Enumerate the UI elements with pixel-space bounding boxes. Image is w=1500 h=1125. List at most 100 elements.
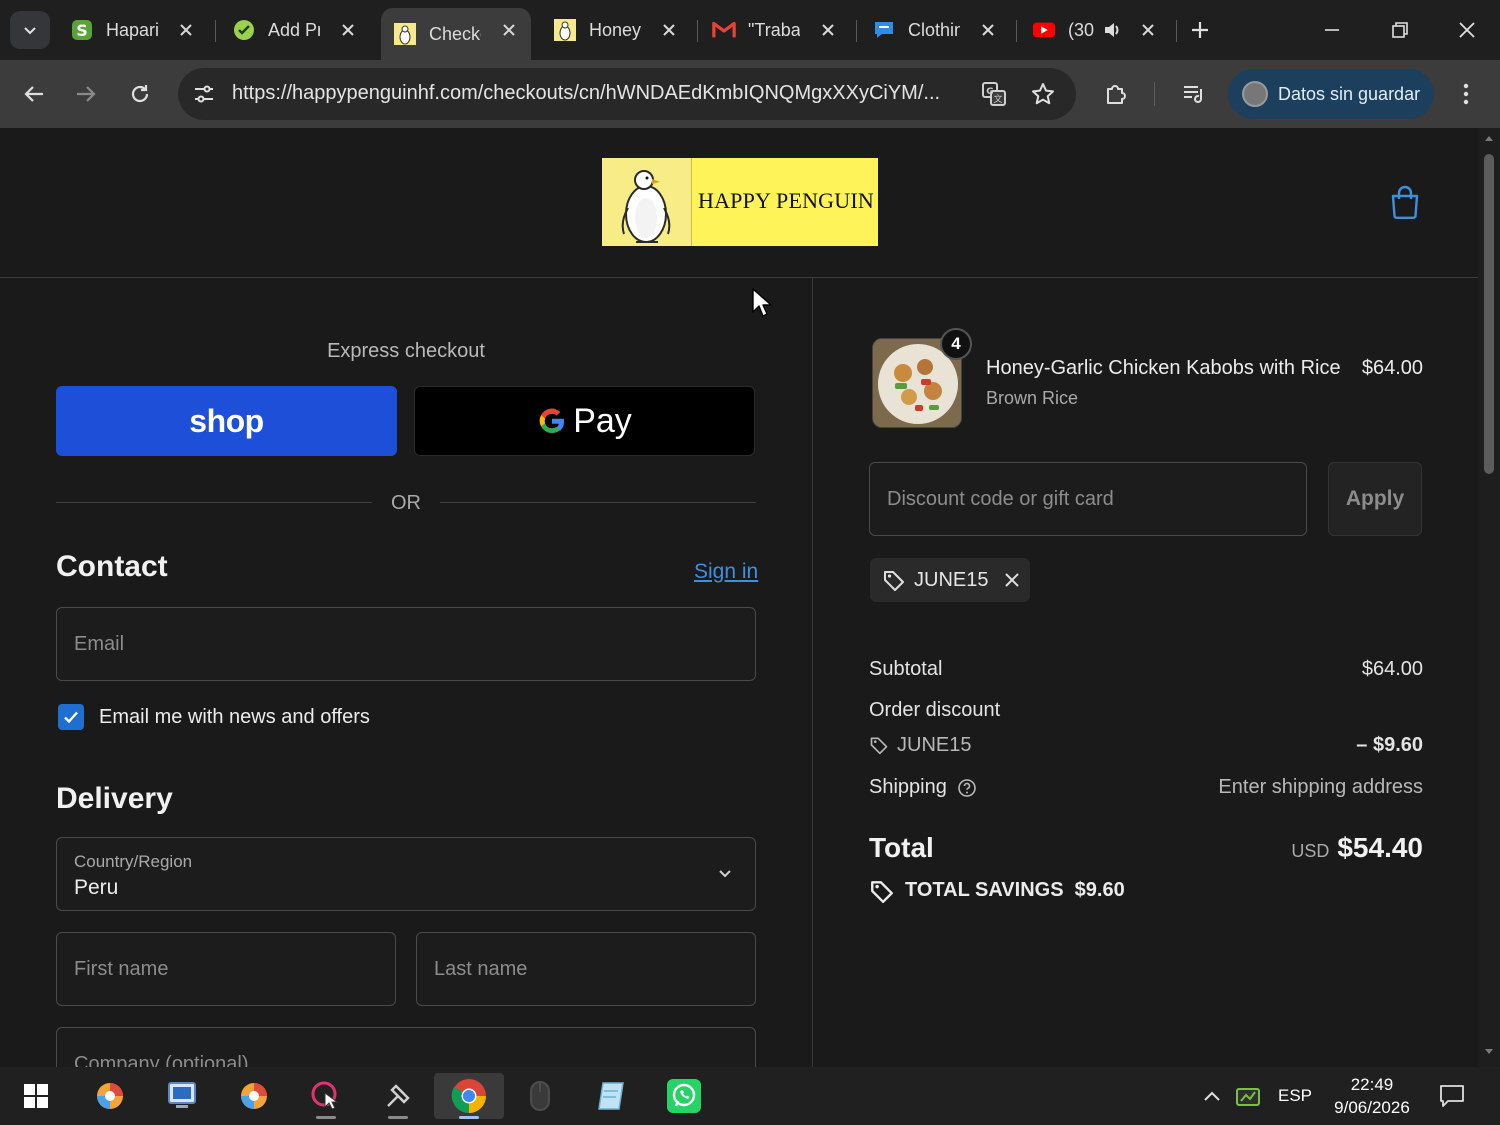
minimize-button[interactable] xyxy=(1312,10,1352,50)
email-field[interactable]: Email xyxy=(56,607,756,681)
language-indicator[interactable]: ESP xyxy=(1278,1086,1312,1106)
new-tab-button[interactable] xyxy=(1180,10,1220,50)
svg-text:文: 文 xyxy=(993,93,1002,105)
windows-logo-icon xyxy=(24,1084,48,1108)
company-field[interactable]: Company (optional) xyxy=(56,1027,756,1067)
close-icon[interactable] xyxy=(818,20,838,40)
site-settings-icon[interactable] xyxy=(192,82,216,106)
total-savings: TOTAL SAVINGS $9.60 xyxy=(905,879,1125,902)
discount-code-input[interactable]: Discount code or gift card xyxy=(869,462,1307,536)
sign-in-link[interactable]: Sign in xyxy=(694,560,758,584)
taskbar-app-mouse[interactable] xyxy=(516,1073,564,1119)
or-label: OR xyxy=(391,492,421,514)
first-name-field[interactable]: First name xyxy=(56,932,396,1006)
taskbar-app-notes[interactable] xyxy=(588,1073,636,1119)
arrow-left-icon xyxy=(24,86,43,102)
notifications-button[interactable] xyxy=(1428,1073,1476,1119)
checkout-page: HAPPY PENGUIN Express checkout shop Pay … xyxy=(0,128,1478,1067)
remove-discount-icon[interactable] xyxy=(1004,572,1020,588)
country-label: Country/Region xyxy=(74,852,193,871)
taskbar-app-chrome[interactable] xyxy=(434,1073,504,1119)
tool-icon xyxy=(387,1084,410,1107)
tab-title: Honey- xyxy=(589,19,641,40)
close-icon[interactable] xyxy=(176,20,196,40)
tray-overflow-button[interactable] xyxy=(1192,1073,1232,1119)
media-controls-button[interactable] xyxy=(1174,74,1214,114)
apply-label: Apply xyxy=(1345,487,1405,510)
close-window-button[interactable] xyxy=(1447,10,1487,50)
browser-tab-1[interactable]: S Hapari xyxy=(58,8,208,52)
browser-tab-4[interactable]: Honey- xyxy=(541,8,691,52)
browser-tab-6[interactable]: Clothin xyxy=(860,8,1010,52)
page-scrollbar[interactable] xyxy=(1478,128,1500,1067)
tab-title: Checko xyxy=(429,23,481,44)
back-button[interactable] xyxy=(14,74,54,114)
discount-value: – $9.60 xyxy=(1356,734,1423,756)
taskbar-app-colorful-ball-2[interactable] xyxy=(230,1073,278,1119)
start-button[interactable] xyxy=(12,1073,60,1119)
browser-menu-button[interactable] xyxy=(1446,74,1486,114)
newsletter-checkbox[interactable] xyxy=(58,704,84,730)
speaker-icon[interactable] xyxy=(1102,20,1122,40)
checkout-header: HAPPY PENGUIN xyxy=(0,128,1478,278)
running-indicator xyxy=(459,1116,479,1119)
taskbar-app-tool[interactable] xyxy=(374,1073,422,1119)
last-name-field[interactable]: Last name xyxy=(416,932,756,1006)
scroll-down-icon[interactable] xyxy=(1484,1048,1494,1056)
whatsapp-icon xyxy=(667,1079,701,1113)
cart-button[interactable] xyxy=(1388,184,1422,220)
close-icon[interactable] xyxy=(338,20,358,40)
shipping-label: Shipping xyxy=(869,776,947,798)
monitor-icon xyxy=(168,1082,196,1108)
tag-icon xyxy=(869,735,889,755)
browser-tab-3-active[interactable]: Checko xyxy=(381,8,531,60)
restore-button[interactable] xyxy=(1380,10,1420,50)
svg-text:S: S xyxy=(76,21,88,40)
store-logo[interactable]: HAPPY PENGUIN xyxy=(602,158,878,246)
close-icon[interactable] xyxy=(978,20,998,40)
taskbar-app-colorful-ball[interactable] xyxy=(86,1073,134,1119)
tab-search-button[interactable] xyxy=(10,11,50,49)
google-pay-button[interactable]: Pay xyxy=(414,386,755,456)
chevron-down-icon xyxy=(717,868,733,880)
product-variant: Brown Rice xyxy=(986,388,1079,408)
reload-button[interactable] xyxy=(120,74,160,114)
google-g-icon xyxy=(537,406,567,436)
help-icon[interactable] xyxy=(957,778,977,798)
system-clock[interactable]: 22:49 9/06/2026 xyxy=(1330,1073,1414,1119)
address-bar[interactable]: https://happypenguinhf.com/checkouts/cn/… xyxy=(178,68,1076,120)
forward-button[interactable] xyxy=(66,74,106,114)
column-divider xyxy=(812,278,813,1067)
profile-button[interactable]: Datos sin guardar xyxy=(1228,69,1434,119)
close-icon[interactable] xyxy=(659,20,679,40)
chevron-up-icon xyxy=(1204,1091,1220,1101)
close-icon xyxy=(1459,22,1475,38)
close-icon[interactable] xyxy=(499,20,519,40)
browser-tab-7[interactable]: (30 xyxy=(1020,8,1170,52)
restore-icon xyxy=(1392,22,1408,38)
country-select[interactable]: Country/Region Peru xyxy=(56,837,756,911)
browser-tab-2[interactable]: Add Pr xyxy=(220,8,370,52)
running-indicator xyxy=(388,1116,408,1119)
scroll-up-icon[interactable] xyxy=(1484,134,1494,142)
tray-app-icon[interactable] xyxy=(1228,1073,1268,1119)
discount-code-label: JUNE15 xyxy=(897,734,972,756)
avatar xyxy=(1242,81,1268,107)
taskbar-app-monitor[interactable] xyxy=(158,1073,206,1119)
translate-icon[interactable]: G文 xyxy=(980,80,1008,108)
browser-tab-5[interactable]: "Trabaj xyxy=(700,8,850,52)
penguin-logo-image xyxy=(602,158,692,246)
bookmark-star-icon[interactable] xyxy=(1030,81,1056,107)
close-icon[interactable] xyxy=(1138,20,1158,40)
taskbar-app-cursor-tool[interactable] xyxy=(302,1073,350,1119)
applied-discount-chip: JUNE15 xyxy=(870,558,1030,602)
taskbar-app-whatsapp[interactable] xyxy=(660,1073,708,1119)
scrollbar-thumb[interactable] xyxy=(1484,154,1494,474)
tab-title: (30 xyxy=(1068,19,1095,40)
apply-discount-button[interactable]: Apply xyxy=(1328,462,1422,536)
browser-tab-strip: S Hapari Add Pr Checko Honey- "Trabaj xyxy=(0,0,1500,60)
newsletter-label[interactable]: Email me with news and offers xyxy=(99,706,370,729)
shop-pay-button[interactable]: shop xyxy=(56,386,397,456)
extensions-button[interactable] xyxy=(1096,74,1136,114)
colorful-ball-icon xyxy=(241,1083,267,1109)
